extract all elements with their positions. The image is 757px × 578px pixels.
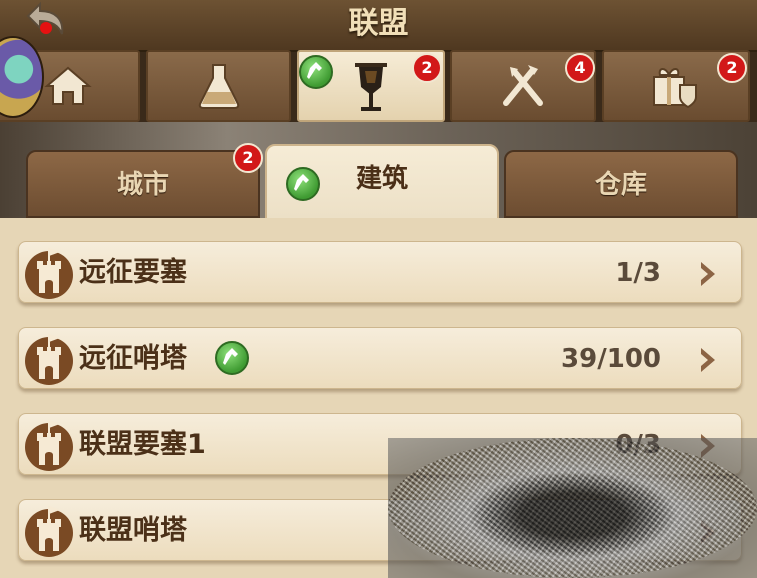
tab-badge-count: 2 — [233, 143, 263, 173]
flask-icon — [198, 64, 239, 109]
tab-research[interactable] — [146, 50, 291, 122]
building-name: 联盟要塞1 — [79, 429, 206, 460]
banner-icon — [355, 63, 387, 111]
building-count: 1/3 — [615, 258, 661, 288]
chevron-right-icon — [701, 348, 715, 372]
hammer-badge-icon — [215, 341, 249, 375]
tower-icon — [23, 245, 75, 301]
building-name: 远征要塞 — [79, 257, 187, 288]
tab-city[interactable]: 城市 — [26, 150, 260, 218]
building-name: 联盟哨塔 — [79, 515, 187, 546]
tab-badge-count: 4 — [565, 53, 595, 83]
building-name: 远征哨塔 — [79, 343, 187, 374]
notification-dot — [40, 22, 52, 34]
chevron-right-icon — [701, 262, 715, 286]
page-title: 联盟 — [348, 6, 409, 41]
tab-buildings-label: 建筑 — [355, 164, 408, 194]
redaction-overlay — [388, 438, 757, 578]
gift-shield-icon — [653, 68, 697, 109]
list-item[interactable]: 远征要塞 1/3 — [18, 241, 742, 303]
tower-icon — [23, 331, 75, 387]
hammer-badge-icon — [286, 167, 320, 201]
tower-icon — [23, 503, 75, 559]
home-icon — [44, 66, 92, 105]
list-item[interactable]: 远征哨塔 39/100 — [18, 327, 742, 389]
tower-icon — [23, 417, 75, 473]
crossed-weapons-icon — [503, 65, 543, 106]
tab-badge-count: 2 — [717, 53, 747, 83]
tab-warehouse[interactable]: 仓库 — [504, 150, 738, 218]
building-count: 39/100 — [561, 344, 661, 374]
tab-badge-count: 2 — [412, 53, 442, 83]
hammer-badge-icon — [299, 55, 333, 89]
